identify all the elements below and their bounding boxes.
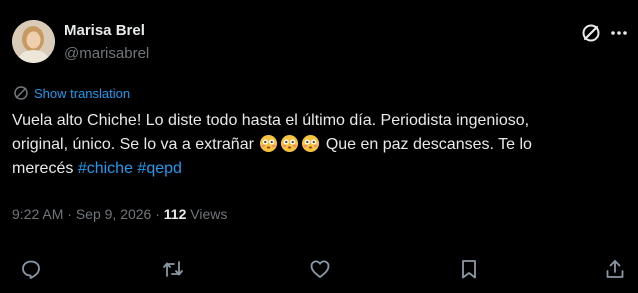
tweet-card: Marisa Brel @marisabrel Show translation…	[0, 0, 638, 293]
translation-row: Show translation	[13, 84, 130, 102]
hashtag-link[interactable]: #chiche	[78, 160, 133, 177]
share-icon	[606, 260, 624, 278]
reply-icon	[22, 260, 40, 279]
display-name[interactable]: Marisa Brel	[64, 22, 145, 39]
action-bar	[0, 258, 638, 284]
meta-separator: ·	[67, 206, 72, 222]
views-count: 112	[163, 206, 187, 222]
tweet-text-segment: Que en paz descanses. Te lo	[325, 136, 532, 153]
reply-button[interactable]	[20, 258, 44, 282]
tweet-time[interactable]: 9:22 AM	[12, 206, 63, 222]
views-label: Views	[190, 206, 228, 222]
heart-icon	[310, 260, 330, 278]
flushed-face-emoji-icon	[281, 134, 299, 153]
avatar[interactable]	[12, 20, 55, 63]
tweet-text: Vuela alto Chiche! Lo diste todo hasta e…	[12, 109, 628, 181]
show-translation-link[interactable]: Show translation	[34, 86, 130, 101]
bookmark-icon	[462, 260, 476, 279]
meta-separator: ·	[155, 206, 160, 222]
tweet-text-segment: original, único. Se lo va a extrañar	[12, 136, 254, 153]
tweet-line-2: original, único. Se lo va a extrañar Que…	[12, 133, 628, 157]
hashtag-link[interactable]: #qepd	[137, 160, 182, 177]
tweet-line-3: merecés #chiche #qepd	[12, 157, 628, 181]
share-button[interactable]	[604, 258, 628, 282]
tweet-line-1: Vuela alto Chiche! Lo diste todo hasta e…	[12, 112, 530, 129]
tweet-meta: 9:22 AM · Sep 9, 2026 · 112 Views	[12, 206, 227, 222]
flushed-face-emoji-icon	[302, 134, 320, 153]
user-handle[interactable]: @marisabrel	[64, 45, 149, 62]
tweet-date[interactable]: Sep 9, 2026	[76, 206, 152, 222]
tweet-text-segment: merecés	[12, 160, 74, 177]
retweet-button[interactable]	[162, 258, 186, 282]
flushed-face-emoji-icon	[260, 134, 278, 153]
bookmark-button[interactable]	[458, 258, 482, 282]
grok-icon[interactable]	[580, 22, 602, 44]
more-icon[interactable]	[608, 22, 630, 44]
like-button[interactable]	[309, 258, 333, 282]
translate-icon	[14, 86, 28, 100]
retweet-icon	[163, 261, 183, 277]
